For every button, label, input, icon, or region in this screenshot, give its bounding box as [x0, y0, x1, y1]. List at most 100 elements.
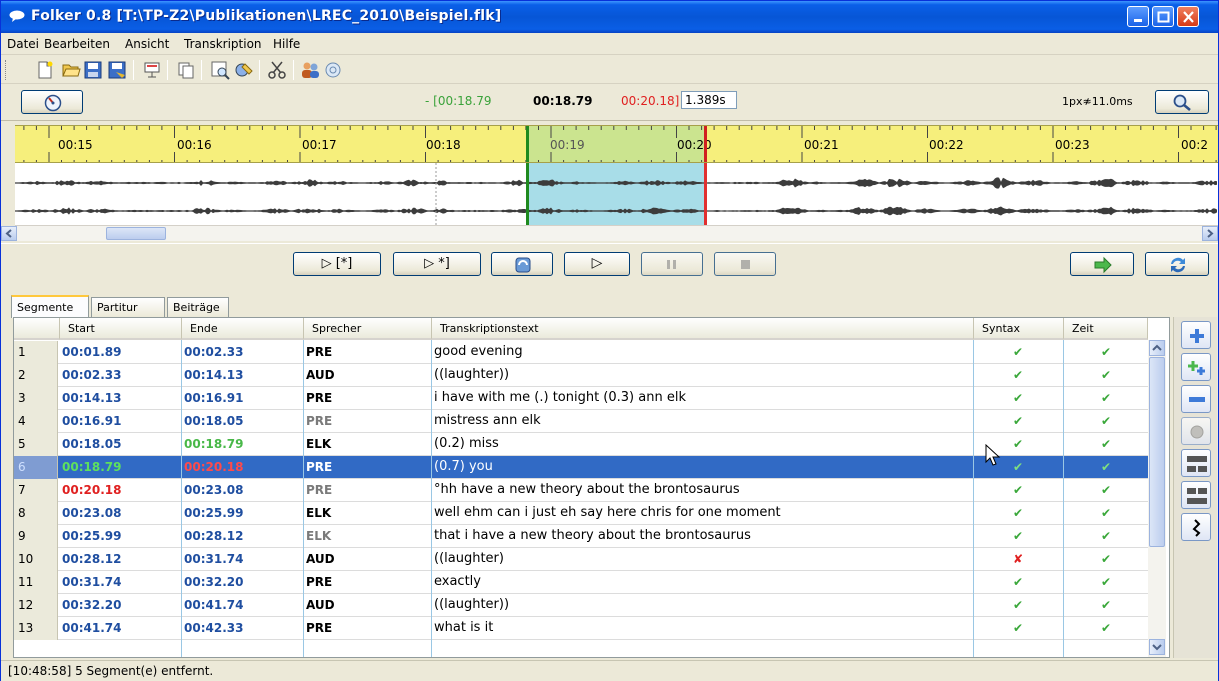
speaker-cell[interactable]: ELK	[304, 525, 430, 548]
start-time-cell[interactable]: 00:16.91	[60, 410, 180, 433]
loop-button[interactable]	[491, 252, 553, 276]
new-file-icon[interactable]	[35, 60, 55, 80]
table-row[interactable]: 8 00:23.08 00:25.99 ELK well ehm can i just …	[14, 502, 1148, 525]
scroll-up-button[interactable]	[1149, 340, 1165, 356]
transcription-cell[interactable]: ((laughter))	[432, 594, 972, 617]
vertical-scrollbar[interactable]	[1148, 340, 1166, 657]
end-time-cell[interactable]: 00:28.12	[182, 525, 302, 548]
timeline-ruler[interactable]: 00:15 00:16 00:17 00:18 00:19 00:20 00:2…	[15, 125, 1218, 163]
title-bar[interactable]: Folker 0.8 [T:\TP-Z2\Publikationen\LREC_…	[1, 1, 1218, 33]
speaker-cell[interactable]: PRE	[304, 479, 430, 502]
speaker-cell[interactable]: ELK	[304, 502, 430, 525]
open-file-icon[interactable]	[61, 60, 81, 80]
tab-beitraege[interactable]: Beiträge	[167, 297, 229, 317]
scissors-icon[interactable]	[267, 60, 287, 80]
scroll-down-button[interactable]	[1149, 639, 1165, 655]
end-time-cell[interactable]: 00:14.13	[182, 364, 302, 387]
speaker-cell[interactable]: PRE	[304, 410, 430, 433]
start-time-cell[interactable]: 00:01.89	[60, 341, 180, 364]
transcription-cell[interactable]: exactly	[432, 571, 972, 594]
table-row[interactable]: 11 00:31.74 00:32.20 PRE exactly ✔ ✔	[14, 571, 1148, 594]
table-row[interactable]: 4 00:16.91 00:18.05 PRE mistress ann elk ✔ ✔	[14, 410, 1148, 433]
merge-segment-button[interactable]	[1181, 481, 1211, 509]
play-from-cursor-button[interactable]: ▷ *]	[393, 252, 481, 276]
start-time-cell[interactable]: 00:02.33	[60, 364, 180, 387]
header-syntax[interactable]: Syntax	[974, 318, 1064, 340]
tab-segmente[interactable]: Segmente	[11, 295, 89, 318]
play-selection-button[interactable]: ▷ [*]	[293, 252, 381, 276]
table-row[interactable]: 3 00:14.13 00:16.91 PRE i have with me (.) t…	[14, 387, 1148, 410]
vscroll-thumb[interactable]	[1149, 357, 1165, 547]
disabled-tool-button[interactable]	[1181, 417, 1211, 445]
maximize-button[interactable]	[1152, 6, 1174, 27]
start-time-cell[interactable]: 00:18.79	[60, 456, 180, 479]
next-segment-button[interactable]	[1070, 252, 1134, 276]
transcription-cell[interactable]: ((laughter))	[432, 364, 972, 387]
zoom-view-icon[interactable]	[210, 60, 230, 80]
table-row[interactable]: 9 00:25.99 00:28.12 ELK that i have a new th…	[14, 525, 1148, 548]
volume-dial-button[interactable]	[21, 90, 83, 114]
end-time-cell[interactable]: 00:32.20	[182, 571, 302, 594]
transcription-cell[interactable]: °hh have a new theory about the brontosa…	[432, 479, 972, 502]
zoom-button[interactable]	[1155, 90, 1209, 114]
speaker-cell[interactable]: PRE	[304, 456, 430, 479]
tab-partitur[interactable]: Partitur	[91, 297, 165, 317]
menu-transkription[interactable]: Transkription	[184, 37, 262, 51]
end-time-cell[interactable]: 00:41.74	[182, 594, 302, 617]
start-time-cell[interactable]: 00:23.08	[60, 502, 180, 525]
speaker-cell[interactable]: PRE	[304, 341, 430, 364]
transcription-cell[interactable]: mistress ann elk	[432, 410, 972, 433]
table-row[interactable]: 12 00:32.20 00:41.74 AUD ((laughter)) ✔ ✔	[14, 594, 1148, 617]
header-end[interactable]: Ende	[182, 318, 304, 340]
add-segment-button[interactable]	[1181, 321, 1211, 349]
pause-button[interactable]	[641, 252, 703, 276]
menu-datei[interactable]: Datei	[7, 37, 39, 51]
menu-bearbeiten[interactable]: Bearbeiten	[44, 37, 110, 51]
transcription-cell[interactable]: that i have a new theory about the bront…	[432, 525, 972, 548]
edit-speakers-icon[interactable]	[234, 60, 254, 80]
start-time-cell[interactable]: 00:14.13	[60, 387, 180, 410]
waveform-view[interactable]	[15, 163, 1218, 225]
end-time-cell[interactable]: 00:16.91	[182, 387, 302, 410]
start-time-cell[interactable]: 00:25.99	[60, 525, 180, 548]
header-transcription[interactable]: Transkriptionstext	[432, 318, 974, 340]
speaker-cell[interactable]: AUD	[304, 548, 430, 571]
end-time-cell[interactable]: 00:02.33	[182, 341, 302, 364]
end-time-cell[interactable]: 00:18.05	[182, 410, 302, 433]
stop-button[interactable]	[714, 252, 776, 276]
end-time-cell[interactable]: 00:18.79	[182, 433, 302, 456]
arrange-button[interactable]	[1181, 513, 1211, 541]
search-globe-icon[interactable]	[323, 60, 343, 80]
table-row[interactable]: 10 00:28.12 00:31.74 AUD ((laughter) ✘ ✔	[14, 548, 1148, 571]
speaker-cell[interactable]: AUD	[304, 364, 430, 387]
minimize-button[interactable]	[1127, 6, 1149, 27]
toolbar-grip[interactable]	[5, 60, 8, 80]
speaker-cell[interactable]: PRE	[304, 617, 430, 640]
end-time-cell[interactable]: 00:20.18	[182, 456, 302, 479]
scroll-left-button[interactable]	[1, 226, 17, 241]
end-time-cell[interactable]: 00:42.33	[182, 617, 302, 640]
start-time-cell[interactable]: 00:32.20	[60, 594, 180, 617]
start-time-cell[interactable]: 00:41.74	[60, 617, 180, 640]
header-speaker[interactable]: Sprecher	[304, 318, 432, 340]
table-row[interactable]: 1 00:01.89 00:02.33 PRE good evening ✔ ✔	[14, 341, 1148, 364]
wave-start-marker[interactable]	[526, 163, 529, 225]
table-row[interactable]: 2 00:02.33 00:14.13 AUD ((laughter)) ✔ ✔	[14, 364, 1148, 387]
end-time-cell[interactable]: 00:31.74	[182, 548, 302, 571]
speakers-icon[interactable]	[300, 60, 320, 80]
start-time-cell[interactable]: 00:18.05	[60, 433, 180, 456]
split-segment-button[interactable]	[1181, 449, 1211, 477]
sync-button[interactable]	[1145, 252, 1209, 276]
header-start[interactable]: Start	[60, 318, 182, 340]
menu-hilfe[interactable]: Hilfe	[273, 37, 300, 51]
scroll-thumb[interactable]	[106, 227, 166, 240]
speaker-cell[interactable]: PRE	[304, 387, 430, 410]
scroll-right-button[interactable]	[1202, 226, 1218, 241]
table-row[interactable]: 13 00:41.74 00:42.33 PRE what is it ✔ ✔	[14, 617, 1148, 640]
speaker-cell[interactable]: PRE	[304, 571, 430, 594]
horizontal-scrollbar[interactable]	[1, 225, 1218, 241]
speaker-cell[interactable]: ELK	[304, 433, 430, 456]
transcription-cell[interactable]: (0.7) you	[432, 456, 972, 479]
table-row[interactable]: 6 00:18.79 00:20.18 PRE (0.7) you ✔ ✔	[14, 456, 1148, 479]
presentation-icon[interactable]	[142, 60, 162, 80]
